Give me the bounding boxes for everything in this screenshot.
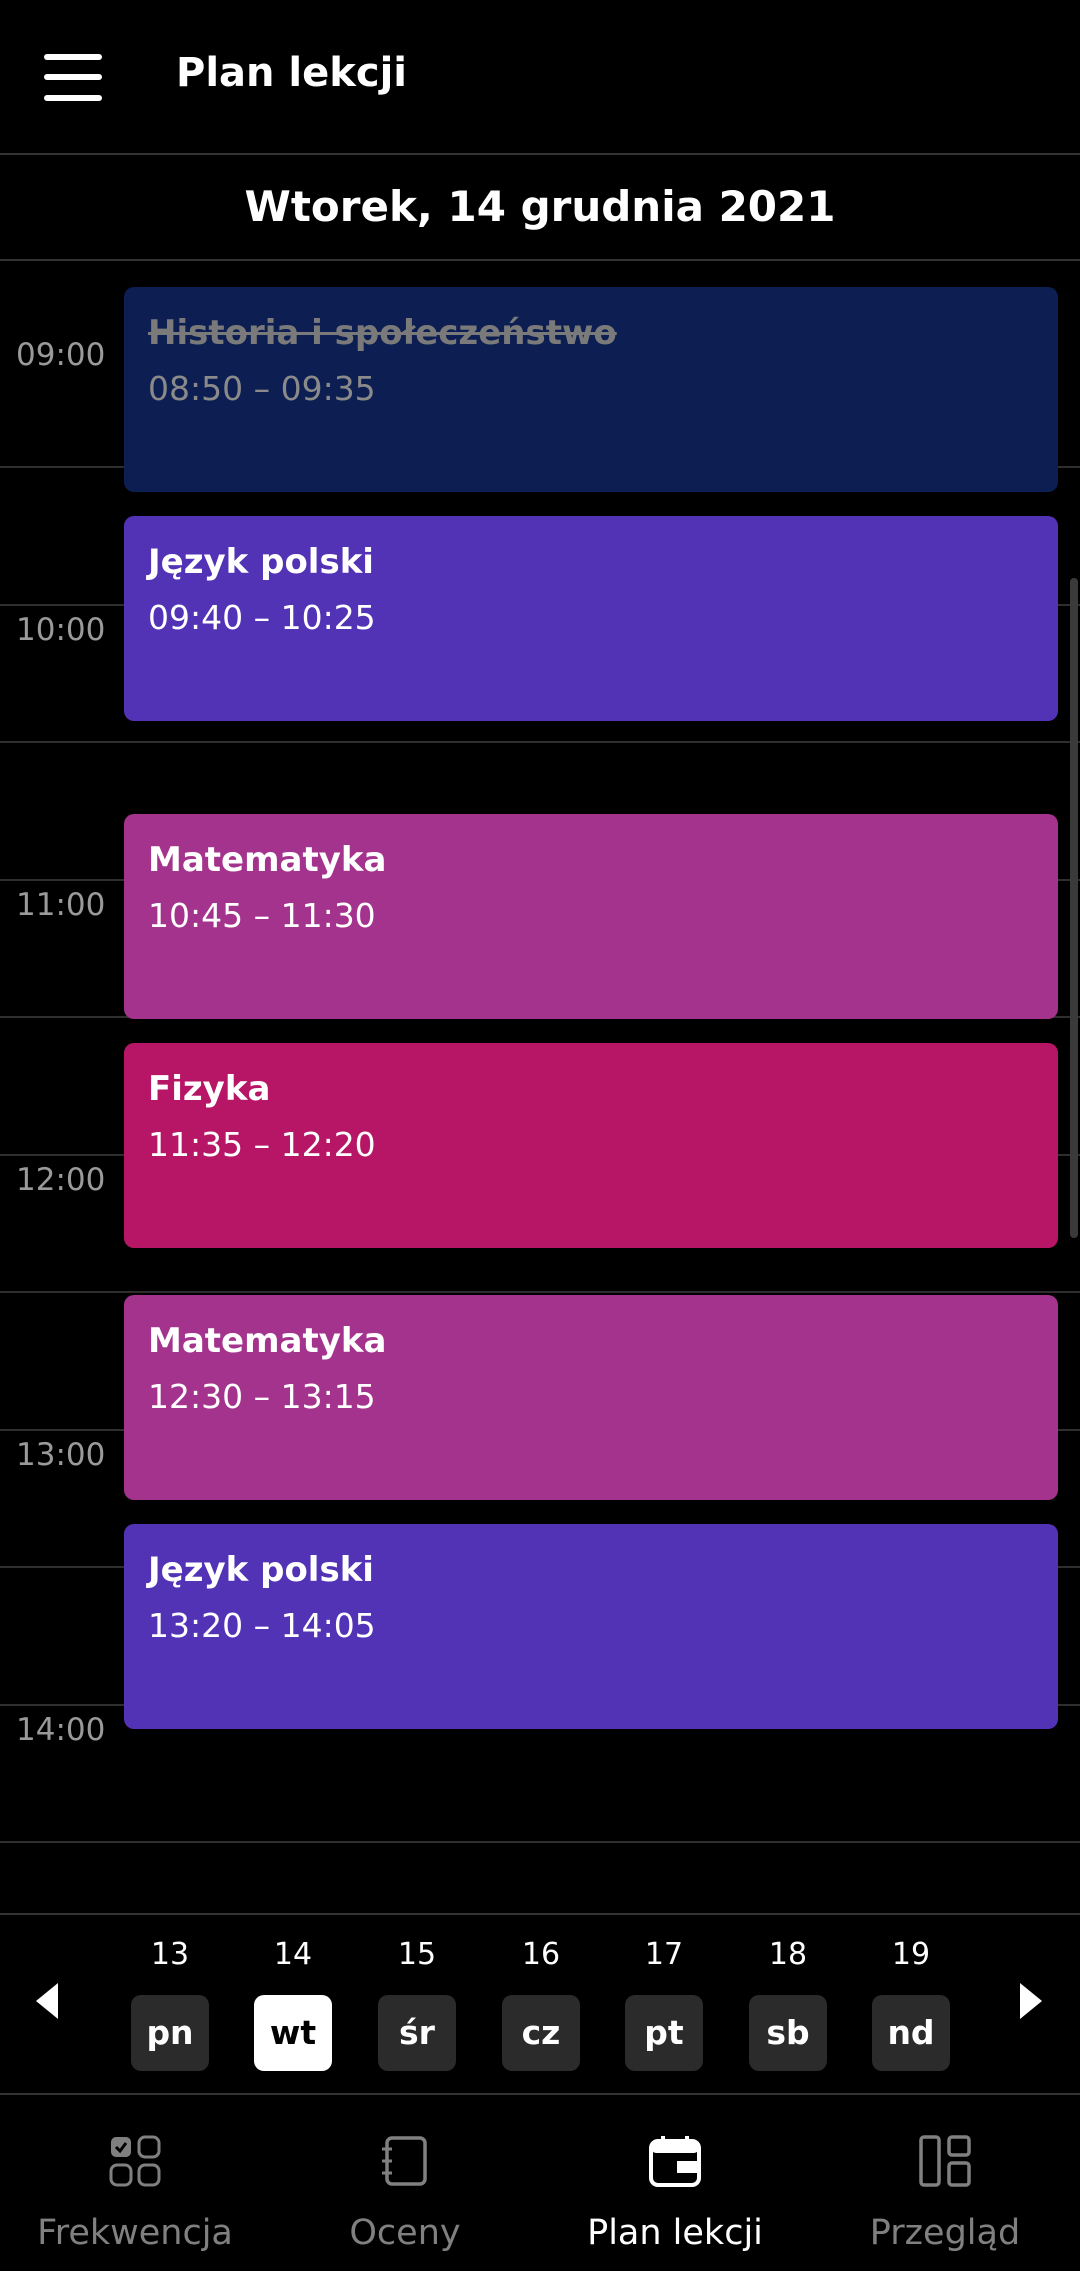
day-number: 17 [644, 1937, 684, 1972]
day-number: 13 [150, 1937, 190, 1972]
nav-item-plan-lekcji[interactable]: Plan lekcji [540, 2095, 810, 2271]
lesson-subject: Fizyka [148, 1069, 271, 1109]
day-number: 14 [273, 1937, 313, 1972]
lesson-time: 08:50 – 09:35 [148, 369, 376, 408]
lesson-card[interactable]: Matematyka 12:30 – 13:15 [124, 1295, 1058, 1500]
nav-item-frekwencja[interactable]: Frekwencja [0, 2095, 270, 2271]
grid-line [0, 1291, 1080, 1293]
grid-line [0, 741, 1080, 743]
lesson-subject: Historia i społeczeństwo [148, 313, 617, 353]
lesson-time: 09:40 – 10:25 [148, 598, 376, 637]
lesson-card[interactable]: Matematyka 10:45 – 11:30 [124, 814, 1058, 1019]
day-abbreviation: pn [131, 1995, 209, 2071]
day-number: 19 [891, 1937, 931, 1972]
day-abbreviation: śr [378, 1995, 456, 2071]
nav-label: Oceny [349, 2213, 461, 2253]
previous-week-arrow-icon[interactable] [36, 1983, 58, 2019]
lesson-subject: Język polski [148, 1550, 374, 1590]
nav-label: Przegląd [869, 2213, 1021, 2253]
day-number: 15 [397, 1937, 437, 1972]
lesson-time: 10:45 – 11:30 [148, 896, 376, 935]
hour-label: 12:00 [16, 1162, 106, 1198]
hour-label: 10:00 [16, 612, 106, 648]
nav-item-przeglad[interactable]: Przegląd [810, 2095, 1080, 2271]
bottom-navigation: Frekwencja Oceny Plan lekcji Przegląd [0, 2095, 1080, 2271]
lesson-card[interactable]: Historia i społeczeństwo 08:50 – 09:35 [124, 287, 1058, 492]
dashboard-icon [919, 2135, 971, 2187]
day-number: 16 [521, 1937, 561, 1972]
timeline-scrollbar[interactable] [1070, 578, 1078, 1238]
day-item-wt[interactable]: 14 wt [254, 1937, 332, 2071]
next-week-arrow-icon[interactable] [1020, 1983, 1042, 2019]
hamburger-menu-icon[interactable] [44, 52, 102, 102]
lesson-card[interactable]: Język polski 13:20 – 14:05 [124, 1524, 1058, 1729]
lesson-subject: Matematyka [148, 840, 387, 880]
date-header: Wtorek, 14 grudnia 2021 [244, 182, 836, 231]
hour-label: 09:00 [16, 337, 106, 373]
day-abbreviation: sb [749, 1995, 827, 2071]
nav-label: Frekwencja [37, 2213, 233, 2253]
hour-label: 13:00 [16, 1437, 106, 1473]
lesson-subject: Matematyka [148, 1321, 387, 1361]
calendar-icon [649, 2136, 701, 2187]
day-number: 18 [768, 1937, 808, 1972]
day-abbreviation: pt [625, 1995, 703, 2071]
nav-label: Plan lekcji [587, 2213, 763, 2253]
attendance-grid-icon [109, 2135, 161, 2187]
lesson-time: 12:30 – 13:15 [148, 1377, 376, 1416]
lesson-card[interactable]: Fizyka 11:35 – 12:20 [124, 1043, 1058, 1248]
lesson-time: 13:20 – 14:05 [148, 1606, 376, 1645]
page-title: Plan lekcji [176, 50, 407, 96]
lesson-card[interactable]: Język polski 09:40 – 10:25 [124, 516, 1058, 721]
day-abbreviation: cz [502, 1995, 580, 2071]
hour-label: 14:00 [16, 1712, 106, 1748]
day-selector: 13 pn 14 wt 15 śr 16 cz 17 pt 18 sb 19 n… [0, 1915, 1080, 2093]
day-item-nd[interactable]: 19 nd [872, 1937, 950, 2071]
day-abbreviation: wt [254, 1995, 332, 2071]
day-item-sb[interactable]: 18 sb [749, 1937, 827, 2071]
schedule-timeline[interactable]: 09:00 10:00 11:00 12:00 13:00 14:00 Hist… [0, 261, 1080, 1913]
grades-notebook-icon [382, 2136, 427, 2186]
hour-label: 11:00 [16, 887, 106, 923]
app-root: Plan lekcji Wtorek, 14 grudnia 2021 09:0… [0, 0, 1080, 2271]
day-item-pt[interactable]: 17 pt [625, 1937, 703, 2071]
lesson-subject: Język polski [148, 542, 374, 582]
grid-line [0, 1841, 1080, 1843]
day-abbreviation: nd [872, 1995, 950, 2071]
day-item-sr[interactable]: 15 śr [378, 1937, 456, 2071]
day-item-cz[interactable]: 16 cz [502, 1937, 580, 2071]
lesson-time: 11:35 – 12:20 [148, 1125, 376, 1164]
top-app-bar: Plan lekcji [0, 0, 1080, 153]
day-item-pn[interactable]: 13 pn [131, 1937, 209, 2071]
nav-item-oceny[interactable]: Oceny [270, 2095, 540, 2271]
